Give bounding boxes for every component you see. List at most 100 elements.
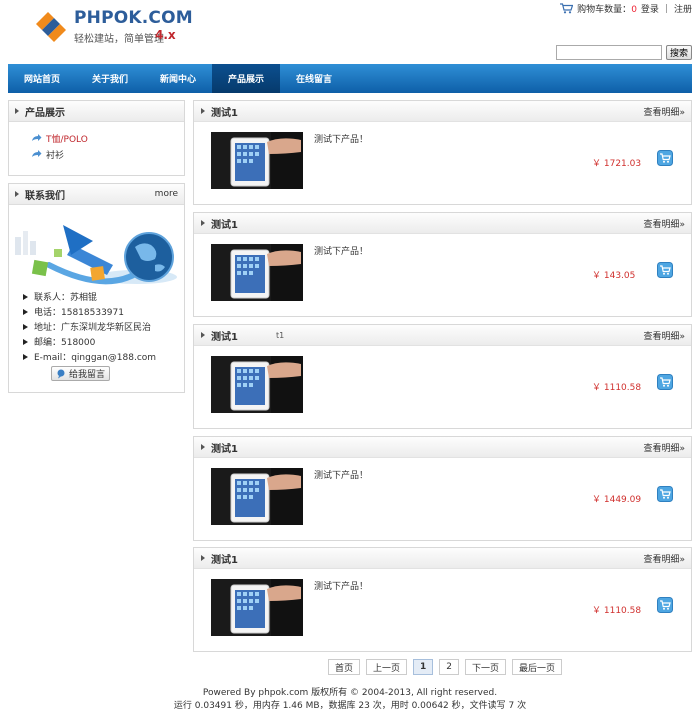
share-arrow-icon (32, 150, 42, 157)
cart-label-text: 购物车数量： (577, 5, 632, 15)
page-button[interactable]: 上一页 (365, 659, 407, 675)
chat-icon (57, 369, 65, 378)
product-card: 测试1 查看明细» 测试下产品！ ￥ 1110.58 (193, 547, 692, 652)
separator: | (664, 3, 668, 14)
nav-item-home[interactable]: 网站首页 (8, 64, 76, 93)
arrow-right-icon (201, 555, 205, 561)
category-item[interactable]: 衬衫 (31, 146, 184, 162)
product-card: 测试1 查看明细» 测试下产品！ ￥ 1721.03 (193, 100, 692, 205)
main-nav: 网站首页 关于我们 新闻中心 产品展示 在线留言 (8, 64, 692, 93)
more-link[interactable]: more (155, 189, 178, 199)
nav-item-message[interactable]: 在线留言 (280, 64, 348, 93)
tablet-photo-icon (211, 579, 303, 636)
site-logo[interactable]: PHPOK.COM 轻松建站，简单管理 4.x (34, 8, 194, 48)
product-card-header: 测试1 查看明细» (194, 548, 691, 569)
search-button[interactable]: 搜索 (666, 45, 692, 60)
arrow-right-icon (201, 444, 205, 450)
brand-version: 4.x (155, 28, 176, 42)
category-item[interactable]: T恤/POLO (31, 130, 184, 146)
page-button[interactable]: 1 (413, 659, 434, 675)
contact-address: 地址：广东深圳龙华新区民治 (34, 323, 152, 333)
product-thumbnail[interactable] (211, 132, 303, 189)
arrow-right-icon (201, 108, 205, 114)
product-price: ￥ 1110.58 (592, 383, 642, 393)
product-card: 测试1 t1 查看明细» ￥ 1110.58 (193, 324, 692, 429)
add-to-cart-icon[interactable] (657, 597, 673, 613)
search-input[interactable] (556, 45, 662, 60)
arrow-bullet-icon (23, 353, 28, 360)
product-thumbnail[interactable] (211, 468, 303, 525)
category-label: 衬衫 (46, 150, 65, 161)
product-thumbnail[interactable] (211, 579, 303, 636)
footer-copyright: Powered By phpok.com 版权所有 © 2004-2013, A… (202, 688, 498, 698)
logo-mark-icon (36, 12, 66, 42)
contact-item: 电话：15818533971 (23, 304, 184, 319)
search-bar: 搜索 (556, 45, 692, 60)
nav-item-news[interactable]: 新闻中心 (144, 64, 212, 93)
contact-item: 地址：广东深圳龙华新区民治 (23, 319, 184, 334)
pagination: 首页 上一页 1 2 下一页 最后一页 (0, 659, 700, 675)
product-price: ￥ 143.05 (592, 271, 636, 281)
product-card-header: 测试1 t1 查看明细» (194, 325, 691, 346)
top-links: 购物车数量：0 登录 | 注册 (560, 2, 692, 15)
brand-slogan: 轻松建站，简单管理 (74, 34, 164, 45)
arrow-right-icon (15, 108, 19, 114)
product-description: 测试下产品！ (314, 471, 369, 481)
view-detail-link[interactable]: 查看明细» (643, 105, 685, 118)
arrow-right-icon (201, 220, 205, 226)
leave-message-label: 给我留言 (69, 370, 106, 380)
add-to-cart-icon[interactable] (657, 262, 673, 278)
view-detail-link[interactable]: 查看明细» (643, 329, 685, 342)
contact-item: E-mail：qinggan@188.com (23, 349, 184, 364)
panel-header: 联系我们 more (9, 184, 184, 205)
arrow-bullet-icon (23, 338, 28, 345)
arrow-bullet-icon (23, 293, 28, 300)
product-title[interactable]: 测试1 (211, 104, 238, 119)
product-title[interactable]: 测试1 (211, 328, 238, 343)
product-category-panel: 产品展示 T恤/POLO 衬衫 (8, 100, 185, 176)
share-arrow-icon (32, 134, 42, 141)
leave-message-button[interactable]: 给我留言 (51, 366, 111, 381)
cart-label[interactable]: 购物车数量：0 (577, 2, 637, 15)
product-title[interactable]: 测试1 (211, 440, 238, 455)
product-card: 测试1 查看明细» 测试下产品！ ￥ 1449.09 (193, 436, 692, 541)
brand-name: PHPOK.COM (74, 8, 193, 28)
product-card-header: 测试1 查看明细» (194, 437, 691, 458)
product-description: 测试下产品！ (314, 135, 369, 145)
view-detail-link[interactable]: 查看明细» (643, 552, 685, 565)
product-thumbnail[interactable] (211, 244, 303, 301)
product-card-header: 测试1 查看明细» (194, 101, 691, 122)
tablet-photo-icon (211, 356, 303, 413)
add-to-cart-icon[interactable] (657, 150, 673, 166)
view-detail-link[interactable]: 查看明细» (643, 441, 685, 454)
product-price: ￥ 1449.09 (592, 495, 642, 505)
page-button[interactable]: 首页 (327, 659, 360, 675)
add-to-cart-icon[interactable] (657, 486, 673, 502)
cart-count: 0 (631, 5, 637, 15)
product-title[interactable]: 测试1 (211, 216, 238, 231)
stray-text: t1 (276, 330, 285, 340)
header: PHPOK.COM 轻松建站，简单管理 4.x 购物车数量：0 登录 | 注册 … (0, 0, 700, 64)
register-link[interactable]: 注册 (674, 2, 692, 15)
product-thumbnail[interactable] (211, 356, 303, 413)
product-description: 测试下产品！ (314, 247, 369, 257)
footer-stats: 运行 0.03491 秒，用内存 1.46 MB，数据库 23 次，用时 0.0… (173, 701, 527, 710)
nav-item-about[interactable]: 关于我们 (76, 64, 144, 93)
contact-phone: 电话：15818533971 (34, 308, 124, 318)
contact-item: 联系人：苏相锟 (23, 289, 184, 304)
panel-title: 产品展示 (25, 107, 65, 119)
contact-list: 联系人：苏相锟 电话：15818533971 地址：广东深圳龙华新区民治 邮编：… (9, 289, 184, 386)
add-to-cart-icon[interactable] (657, 374, 673, 390)
contact-email[interactable]: E-mail：qinggan@188.com (34, 350, 156, 363)
page-button[interactable]: 下一页 (465, 659, 507, 675)
contact-item: 邮编：518000 (23, 334, 184, 349)
product-title[interactable]: 测试1 (211, 551, 238, 566)
page-button[interactable]: 最后一页 (512, 659, 563, 675)
view-detail-link[interactable]: 查看明细» (643, 217, 685, 230)
product-card: 测试1 查看明细» 测试下产品！ ￥ 143.05 (193, 212, 692, 317)
page-button[interactable]: 2 (439, 659, 459, 675)
product-price: ￥ 1721.03 (592, 159, 642, 169)
contact-person: 联系人：苏相锟 (34, 293, 98, 303)
login-link[interactable]: 登录 (641, 2, 659, 15)
nav-item-products[interactable]: 产品展示 (212, 64, 280, 93)
